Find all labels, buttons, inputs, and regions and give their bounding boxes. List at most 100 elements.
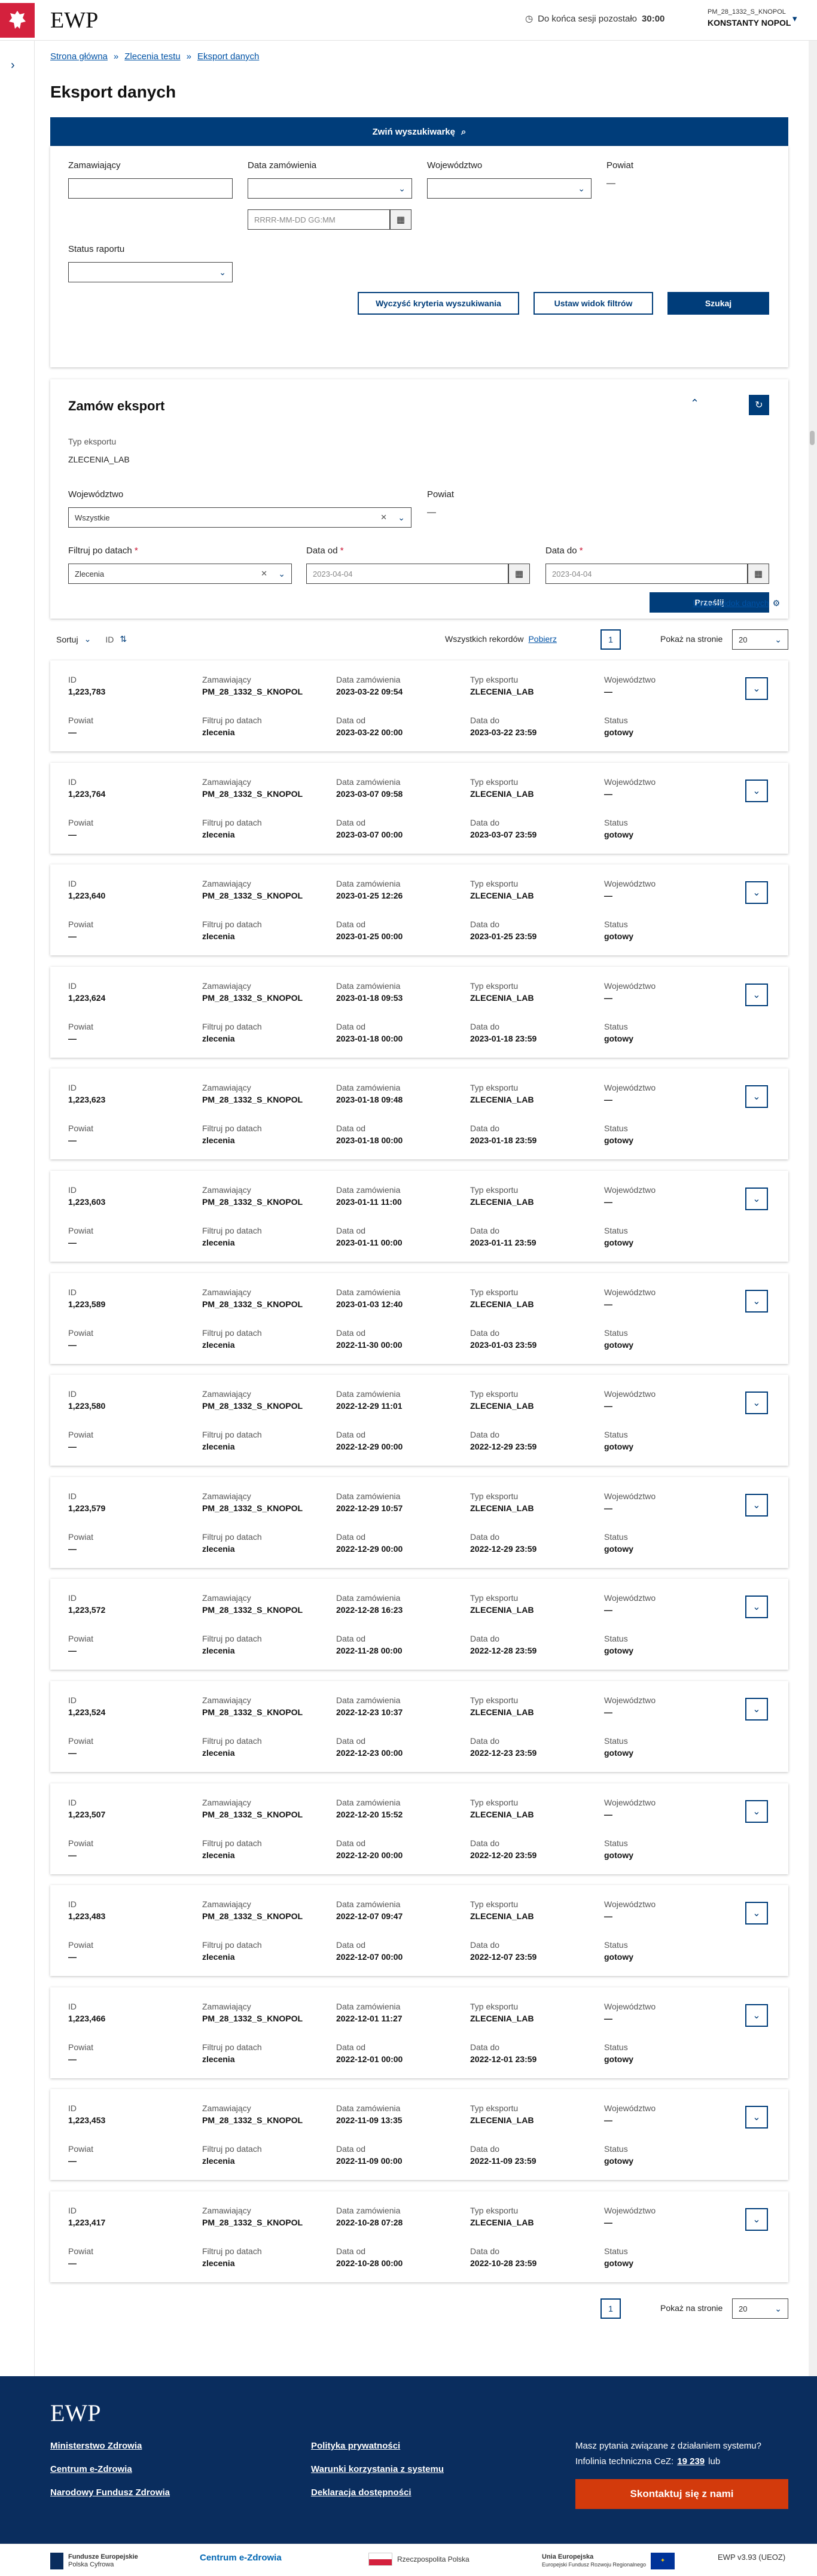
field-label: Powiat (68, 1327, 94, 1338)
date-from-label: Data od * (306, 546, 344, 556)
footer-link-mz[interactable]: Ministerstwo Zdrowia (50, 2441, 170, 2451)
field-value-powiat: — (68, 727, 77, 737)
set-data-view[interactable]: Ustaw widok danych ⚙ (693, 598, 780, 608)
status-select[interactable]: ⌄ (68, 262, 233, 282)
footer-link-terms[interactable]: Warunki korzystania z systemu (311, 2464, 444, 2474)
expand-record-button[interactable]: ⌄ (745, 677, 768, 700)
field-value-od: 2023-03-22 00:00 (336, 727, 403, 737)
record-card: ID 1,223,764 Zamawiający PM_28_1332_S_KNOPO… (50, 762, 788, 854)
expand-record-button[interactable]: ⌄ (745, 881, 768, 905)
field-label: Typ eksportu (470, 1185, 519, 1195)
expand-record-button[interactable]: ⌄ (745, 1391, 768, 1415)
footer-link-nfz[interactable]: Narodowy Fundusz Zdrowia (50, 2487, 170, 2498)
breadcrumb-home[interactable]: Strona główna (50, 51, 108, 62)
footer-link-cez[interactable]: Centrum e-Zdrowia (50, 2464, 170, 2474)
footer-link-accessibility[interactable]: Deklaracja dostępności (311, 2487, 444, 2498)
breadcrumb-export[interactable]: Eksport danych (197, 51, 259, 62)
field-value-woj: — (604, 2013, 612, 2023)
date-from-input[interactable]: 2023-04-04 (306, 564, 508, 584)
expand-record-button[interactable]: ⌄ (745, 1187, 768, 1210)
field-label: Data od (336, 919, 366, 930)
clear-icon[interactable]: ✕ (380, 513, 387, 522)
contact-button[interactable]: Skontaktuj się z nami (575, 2479, 788, 2509)
field-value-do: 2022-12-07 23:59 (470, 1952, 537, 1962)
download-link[interactable]: Pobierz (528, 634, 556, 644)
expand-record-button[interactable]: ⌄ (745, 983, 768, 1006)
infoline-number[interactable]: 19 239 (677, 2456, 705, 2467)
chevron-down-icon[interactable]: ▾ (792, 13, 797, 24)
sort-label[interactable]: Sortuj (56, 635, 78, 644)
data-zam-select[interactable]: ⌄ (248, 178, 412, 199)
user-menu[interactable]: PM_28_1332_S_KNOPOL KONSTANTY NOPOL (708, 8, 791, 28)
expand-record-button[interactable]: ⌄ (745, 2003, 768, 2027)
gear-icon: ⚙ (772, 598, 781, 608)
field-label: ID (68, 981, 77, 991)
per-page-select-bottom[interactable]: 20 ⌄ (732, 2298, 788, 2319)
set-filter-view-button[interactable]: Ustaw widok filtrów (534, 292, 653, 315)
field-label: Data do (470, 817, 500, 827)
collapse-search-button[interactable]: Zwiń wyszukiwarkę ⌕ (50, 117, 788, 146)
date-placeholder: RRRR-MM-DD GG:MM (254, 215, 336, 224)
expand-record-button[interactable]: ⌄ (745, 1289, 768, 1313)
expand-record-button[interactable]: ⌄ (745, 1493, 768, 1517)
page-number[interactable]: 1 (600, 629, 621, 650)
field-value-data: 2023-01-18 09:53 (336, 992, 403, 1003)
field-value-powiat: — (68, 931, 77, 942)
record-card: ID 1,223,624 Zamawiający PM_28_1332_S_KNOPO… (50, 966, 788, 1058)
date-to-input[interactable]: 2023-04-04 (545, 564, 748, 584)
field-value-status: gotowy (604, 1850, 633, 1860)
version-label: EWP v3.93 (UEOZ) (718, 2553, 786, 2562)
breadcrumb-tests[interactable]: Zlecenia testu (124, 51, 180, 62)
field-value-status: gotowy (604, 1135, 633, 1146)
expand-record-button[interactable]: ⌄ (745, 1698, 768, 1721)
field-value-status: gotowy (604, 1748, 633, 1758)
expand-record-button[interactable]: ⌄ (745, 2106, 768, 2129)
expand-record-button[interactable]: ⌄ (745, 1799, 768, 1823)
field-value-status: gotowy (604, 1442, 633, 1452)
scrollbar-thumb[interactable] (810, 431, 815, 445)
field-label: Data zamówienia (336, 1287, 401, 1297)
calendar-icon[interactable]: ▦ (390, 209, 411, 230)
field-label: Data do (470, 1634, 500, 1644)
field-value-powiat: — (68, 1646, 77, 1656)
expand-record-button[interactable]: ⌄ (745, 1085, 768, 1109)
refresh-icon[interactable]: ↻ (749, 395, 769, 415)
field-value-data: 2022-12-07 09:47 (336, 1911, 403, 1922)
expand-record-button[interactable]: ⌄ (745, 1595, 768, 1619)
filter-select[interactable]: Zlecenia ✕ ⌄ (68, 564, 292, 584)
field-value-status: gotowy (604, 727, 633, 737)
session-time: 30:00 (642, 13, 665, 24)
page-number-bottom[interactable]: 1 (600, 2298, 621, 2319)
expand-record-button[interactable]: ⌄ (745, 1902, 768, 1925)
clear-criteria-button[interactable]: Wyczyść kryteria wyszukiwania (358, 292, 519, 315)
wojewodztwo-select[interactable]: ⌄ (427, 178, 592, 199)
field-value-typ: ZLECENIA_LAB (470, 788, 534, 799)
field-value-status: gotowy (604, 829, 633, 839)
chevron-up-icon[interactable]: ⌃ (690, 397, 699, 410)
set-data-view-link[interactable]: Ustaw widok danych (693, 598, 769, 608)
field-label: Data do (470, 715, 500, 725)
field-label: Data zamówienia (336, 777, 401, 787)
field-value-data: 2023-01-03 12:40 (336, 1299, 403, 1309)
woj-select[interactable]: Wszystkie ✕ ⌄ (68, 507, 411, 528)
footer-link-privacy[interactable]: Polityka prywatności (311, 2441, 444, 2451)
zamawiajacy-input[interactable] (68, 178, 233, 199)
search-button[interactable]: Szukaj (667, 292, 769, 315)
clear-icon[interactable]: ✕ (261, 569, 267, 578)
per-page-value: 20 (739, 635, 748, 644)
chevron-down-icon: ⌄ (752, 888, 761, 899)
expand-record-button[interactable]: ⌄ (745, 2208, 768, 2231)
calendar-icon[interactable]: ▦ (508, 564, 530, 584)
expand-record-button[interactable]: ⌄ (745, 779, 768, 802)
field-value-zam: PM_28_1332_S_KNOPOL (202, 891, 303, 901)
sort-direction-icon[interactable]: ⇅ (120, 634, 127, 644)
chevron-right-icon[interactable]: › (11, 59, 15, 72)
date-input[interactable]: RRRR-MM-DD GG:MM (248, 209, 390, 230)
chevron-down-icon[interactable]: ⌄ (84, 634, 92, 644)
session-label: Do końca sesji pozostało (538, 13, 638, 24)
per-page-select[interactable]: 20 ⌄ (732, 629, 788, 650)
scrollbar[interactable] (809, 41, 817, 2376)
calendar-icon[interactable]: ▦ (748, 564, 769, 584)
field-value-powiat: — (68, 1135, 77, 1146)
field-value-typ: ZLECENIA_LAB (470, 992, 534, 1003)
